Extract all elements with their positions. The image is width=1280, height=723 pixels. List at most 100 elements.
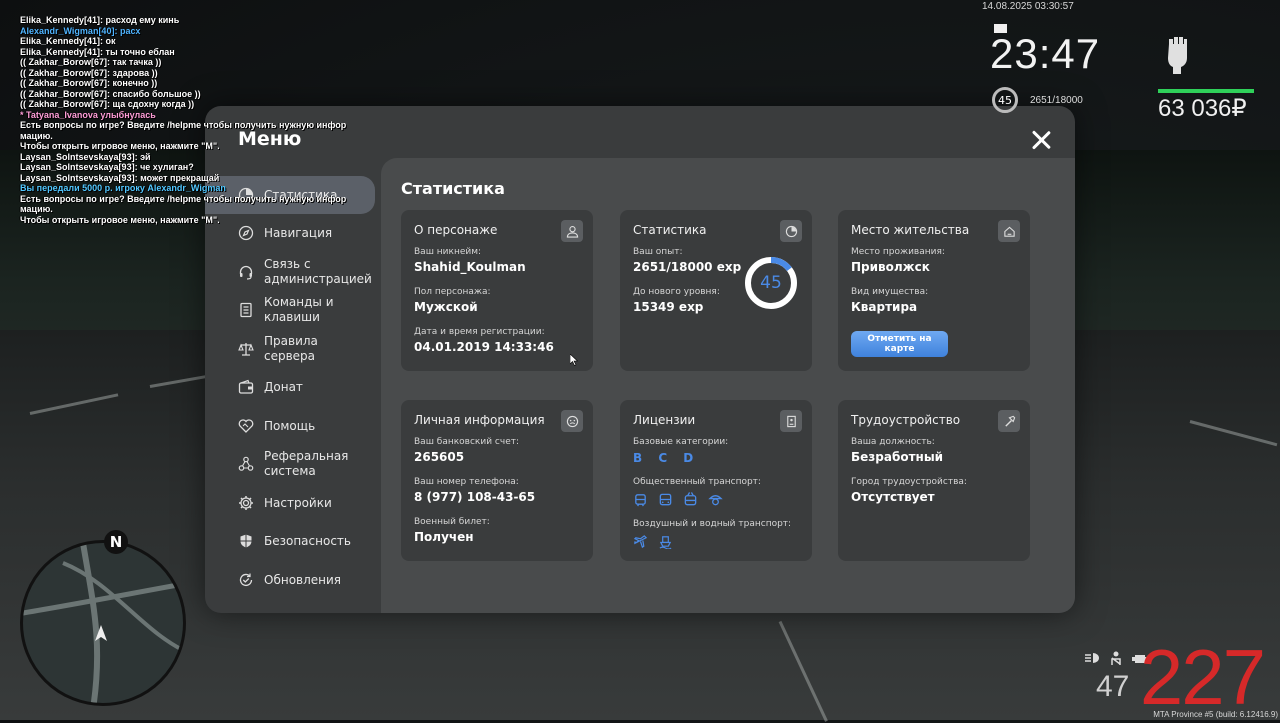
nickname-value: Shahid_Koulman	[414, 260, 526, 274]
field-label: Ваш никнейм:	[414, 247, 482, 257]
field-label: Город трудоустройства:	[851, 477, 967, 487]
chat-line: Elika_Kennedy[41]: расход ему кинь	[20, 15, 180, 25]
sidebar-item[interactable]: Помощь	[205, 407, 381, 446]
shield-icon	[237, 532, 255, 550]
sidebar-item[interactable]: Донат	[205, 368, 381, 407]
hud-clock: 23:47	[990, 30, 1101, 77]
character-card: О персонаже Ваш никнейм: Shahid_Koulman …	[401, 210, 593, 371]
experience-card: Статистика Ваш опыт: 2651/18000 exp До н…	[620, 210, 812, 371]
card-title: Личная информация	[414, 413, 545, 427]
employment-card: Трудоустройство Ваша должность: Безработ…	[838, 400, 1030, 561]
chat-line: Laysan_Solntsevskaya[93]: эй	[20, 151, 151, 162]
chat-line: мацию.	[20, 130, 53, 141]
chat-line: Чтобы открыть игровое меню, нажмите "M".	[20, 141, 220, 151]
sidebar-item-label: Настройки	[264, 495, 332, 510]
chat-line: (( Zakhar_Borow[67]: ща сдохну когда ))	[20, 99, 195, 109]
field-label: Пол персонажа:	[414, 287, 491, 297]
chat-line: Elika_Kennedy[41]: ты точно еблан	[20, 46, 175, 57]
face-icon[interactable]	[561, 410, 583, 432]
hammer-icon[interactable]	[998, 410, 1020, 432]
headlight-icon	[1084, 650, 1100, 664]
home-icon[interactable]	[998, 220, 1020, 242]
sidebar-item[interactable]: Связь с администрацией	[205, 253, 381, 292]
minimap	[20, 540, 186, 706]
user-icon[interactable]	[561, 220, 583, 242]
chat-line: Есть вопросы по игре? Введите /helpme чт…	[20, 193, 347, 204]
residence-card: Место жительства Место проживания: Приво…	[838, 210, 1030, 371]
chat-line: Laysan_Solntsevskaya[93]: может прекраща…	[20, 172, 220, 183]
bank-account-value: 265605	[414, 450, 465, 464]
sidebar-item-label: Правила сервера	[264, 333, 318, 363]
air-water-licenses	[633, 534, 799, 549]
hud-money: 63 036₽	[1158, 95, 1247, 122]
card-title: Лицензии	[633, 413, 696, 427]
id-card-icon[interactable]	[780, 410, 802, 432]
level-value: 45	[760, 273, 782, 293]
position-value: Безработный	[851, 450, 944, 464]
hud-level: 45	[998, 93, 1012, 107]
mouse-cursor-icon	[569, 351, 579, 370]
gender-value: Мужской	[414, 300, 478, 314]
sidebar-item[interactable]: Безопасность	[205, 522, 381, 561]
chat-line: Вы передали 5000 р. игроку Alexandr_Wigm…	[20, 183, 226, 193]
field-label: Военный билет:	[414, 517, 490, 527]
compass-icon	[237, 224, 255, 242]
chat-line: Alexandr_Wigman[40]: расх	[20, 25, 141, 36]
property-value: Квартира	[851, 300, 918, 314]
document-icon	[237, 301, 255, 319]
license-categories: B C D	[633, 451, 700, 465]
sidebar-item-label: Реферальная система	[264, 449, 349, 479]
page-title: Статистика	[401, 179, 505, 198]
trolleybus-icon	[684, 492, 697, 506]
field-label: Место проживания:	[851, 247, 945, 257]
airplane-icon	[633, 535, 648, 549]
close-icon[interactable]	[1030, 129, 1052, 151]
card-title: Место жительства	[851, 223, 970, 237]
field-label: Ваш номер телефона:	[414, 477, 519, 487]
network-icon	[237, 455, 255, 473]
sidebar-item-label: Команды и клавиши	[264, 295, 334, 325]
card-title: Трудоустройство	[851, 413, 961, 427]
fist-icon	[1163, 34, 1193, 78]
field-label: Ваша должность:	[851, 437, 935, 447]
sidebar-item[interactable]: Реферальная система	[205, 445, 381, 484]
minimap-roads	[23, 543, 183, 703]
chat-line: Есть вопросы по игре? Введите /helpme чт…	[20, 120, 347, 130]
field-label: Дата и время регистрации:	[414, 327, 545, 337]
chat-log: Elika_Kennedy[41]: расход ему кинь Alexan…	[20, 15, 380, 225]
sidebar-item-label: Навигация	[264, 226, 333, 241]
sidebar-item[interactable]: Команды и клавиши	[205, 291, 381, 330]
sidebar-item-label: Связь с администрацией	[264, 256, 372, 286]
ship-icon	[659, 536, 672, 549]
clock-pie-icon[interactable]	[780, 220, 802, 242]
personal-info-card: Личная информация Ваш банковский счет: 2…	[401, 400, 593, 561]
sidebar-item[interactable]: Обновления	[205, 561, 381, 600]
refresh-check-icon	[237, 571, 255, 589]
field-label: Ваш банковский счет:	[414, 437, 520, 447]
headset-icon	[237, 263, 255, 281]
sidebar-item[interactable]: Правила сервера	[205, 330, 381, 369]
driver-cap-icon	[708, 495, 723, 506]
chat-line: Laysan_Solntsevskaya[93]: че хулиган?	[20, 162, 194, 172]
chat-line: мацию.	[20, 204, 53, 214]
stats-panel: Статистика О персонаже Ваш никнейм: Shah…	[381, 158, 1075, 613]
phone-value: 8 (977) 108-43-65	[414, 490, 536, 504]
hud-datetime: 14.08.2025 03:30:57	[982, 1, 1074, 12]
military-id-value: Получен	[414, 530, 474, 544]
field-label: Базовые категории:	[633, 437, 729, 447]
mark-on-map-button[interactable]: Отметить на карте	[851, 331, 948, 357]
sidebar-item-label: Безопасность	[264, 534, 351, 549]
scales-icon	[237, 340, 255, 358]
field-label: Общественный транспорт:	[633, 477, 761, 487]
card-title: О персонаже	[414, 223, 498, 237]
fuel-level: 47	[1096, 670, 1130, 703]
sidebar-item-label: Обновления	[264, 572, 342, 587]
tram-icon	[635, 494, 646, 507]
sidebar-item[interactable]: Настройки	[205, 484, 381, 523]
chat-line: Чтобы открыть игровое меню, нажмите "M".	[20, 214, 220, 225]
bus-icon	[659, 493, 672, 506]
wallet-icon	[237, 378, 255, 396]
build-info: MTA Province #5 (build: 6.12416.9)	[1153, 710, 1278, 719]
chat-line: Elika_Kennedy[41]: ок	[20, 36, 116, 46]
chat-line: * Tatyana_Ivanova улыбнулась	[20, 109, 156, 120]
